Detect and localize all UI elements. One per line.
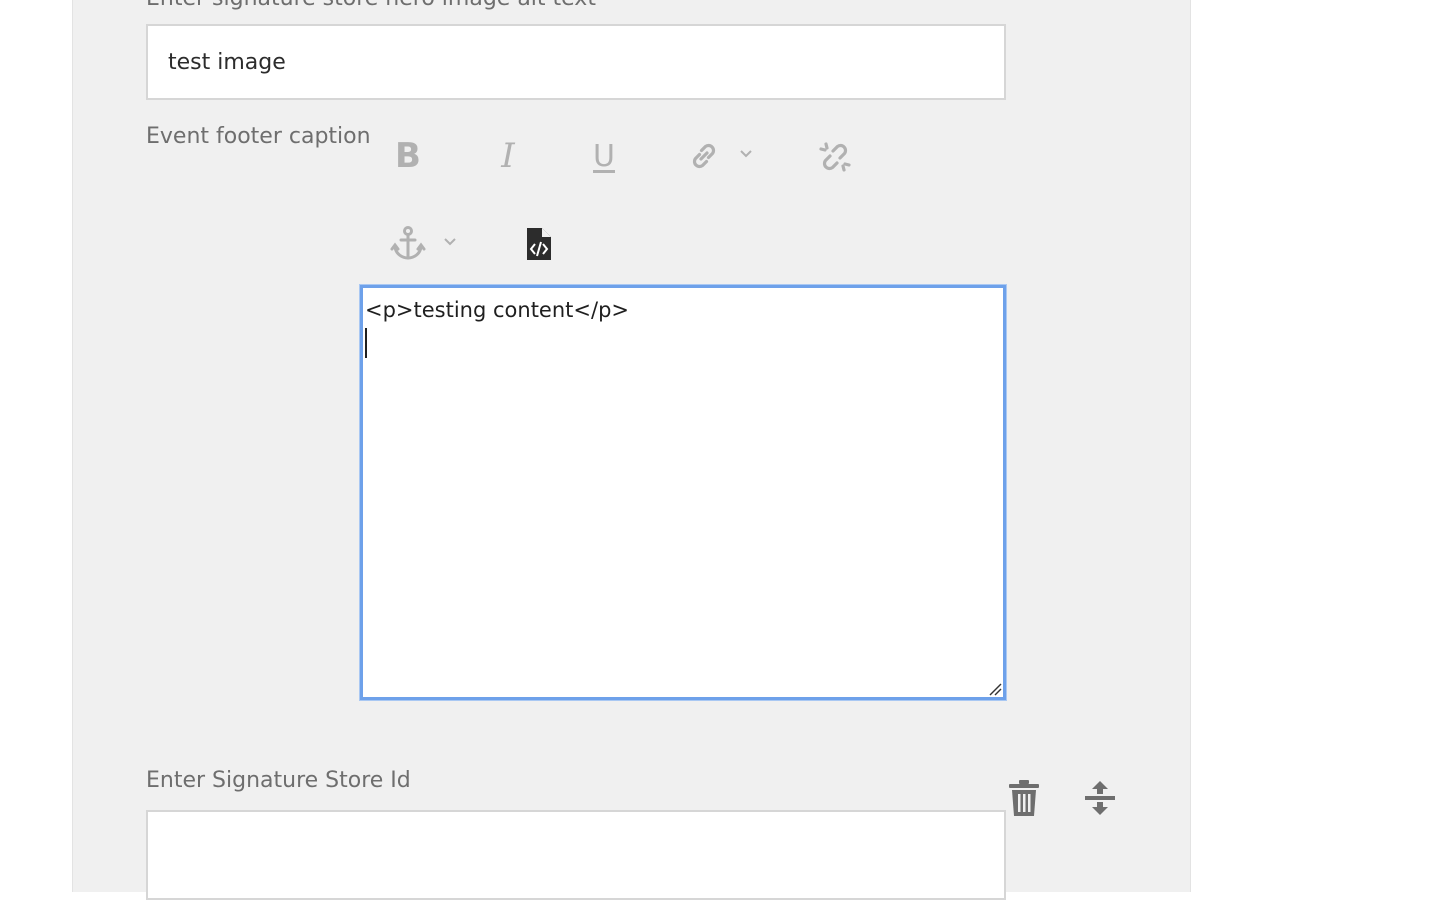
link-button[interactable] — [684, 136, 724, 176]
chevron-down-icon — [740, 150, 752, 158]
unlink-icon — [819, 142, 851, 172]
delete-button[interactable] — [1004, 776, 1044, 820]
anchor-options-dropdown[interactable] — [440, 232, 460, 252]
footer-caption-source-editor[interactable]: <p>testing content</p> — [360, 285, 1006, 700]
store-id-label: Enter Signature Store Id — [146, 768, 411, 793]
collapse-icon — [1085, 781, 1115, 815]
alt-text-input[interactable]: test image — [146, 24, 1006, 100]
collapse-button[interactable] — [1080, 776, 1120, 820]
italic-button[interactable]: I — [488, 132, 528, 180]
store-id-input[interactable] — [146, 810, 1006, 900]
link-icon — [692, 143, 716, 169]
source-edit-icon — [527, 228, 551, 260]
anchor-icon — [390, 226, 426, 260]
anchor-button[interactable] — [388, 224, 428, 264]
link-options-dropdown[interactable] — [736, 144, 756, 164]
alt-text-value: test image — [168, 49, 286, 75]
trash-icon — [1009, 780, 1039, 816]
bold-button[interactable]: B — [388, 132, 428, 180]
underline-icon: U — [593, 138, 615, 174]
source-editor-content: <p>testing content</p> — [365, 298, 629, 322]
footer-caption-label: Event footer caption — [146, 124, 371, 149]
text-caret — [365, 328, 367, 358]
italic-icon: I — [501, 136, 515, 176]
bold-icon: B — [395, 136, 421, 176]
alt-text-label: Enter signature store hero image alt tex… — [146, 0, 596, 11]
source-edit-button[interactable] — [522, 224, 556, 264]
chevron-down-icon — [444, 238, 456, 246]
unlink-button[interactable] — [814, 136, 856, 178]
resize-grip-icon[interactable] — [988, 682, 1002, 696]
underline-button[interactable]: U — [584, 132, 624, 180]
